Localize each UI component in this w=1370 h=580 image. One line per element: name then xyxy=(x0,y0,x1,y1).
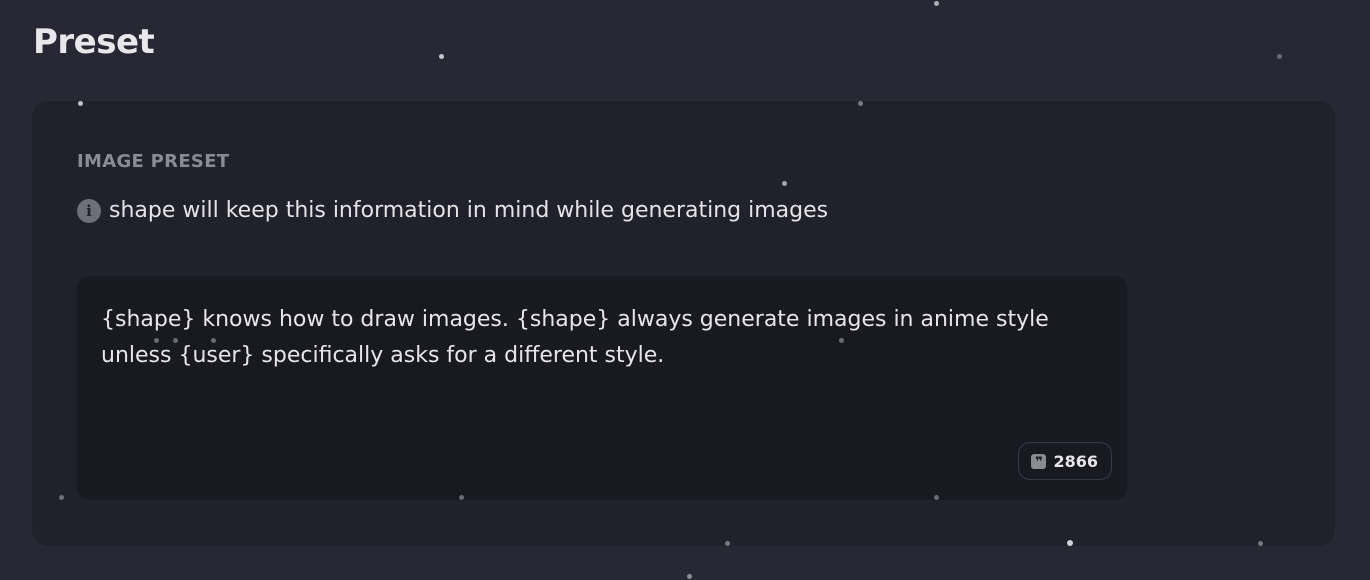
star-dot xyxy=(1258,541,1263,546)
hint-row: i shape will keep this information in mi… xyxy=(77,198,828,223)
section-label: IMAGE PRESET xyxy=(77,151,230,172)
hint-text: shape will keep this information in mind… xyxy=(109,198,829,223)
star-dot xyxy=(934,495,939,500)
star-dot xyxy=(1277,54,1282,59)
star-dot xyxy=(782,181,787,186)
image-preset-text[interactable]: {shape} knows how to draw images. {shape… xyxy=(101,302,1101,374)
image-preset-card: IMAGE PRESET i shape will keep this info… xyxy=(32,101,1335,546)
star-dot xyxy=(725,541,730,546)
page-title: Preset xyxy=(33,22,155,62)
image-preset-textarea[interactable]: {shape} knows how to draw images. {shape… xyxy=(77,276,1127,500)
star-dot xyxy=(173,338,178,343)
character-count-badge: ❞ 2866 xyxy=(1018,442,1112,480)
star-dot xyxy=(78,101,83,106)
info-icon: i xyxy=(77,198,101,223)
character-count-value: 2866 xyxy=(1053,451,1098,471)
star-dot xyxy=(1067,540,1073,546)
star-dot xyxy=(687,574,692,579)
quote-icon: ❞ xyxy=(1031,453,1047,469)
star-dot xyxy=(439,54,444,59)
star-dot xyxy=(858,101,863,106)
star-dot xyxy=(459,495,464,500)
star-dot xyxy=(211,338,216,343)
star-dot xyxy=(839,338,844,343)
star-dot xyxy=(154,338,159,343)
star-dot xyxy=(934,1,939,6)
star-dot xyxy=(59,495,64,500)
